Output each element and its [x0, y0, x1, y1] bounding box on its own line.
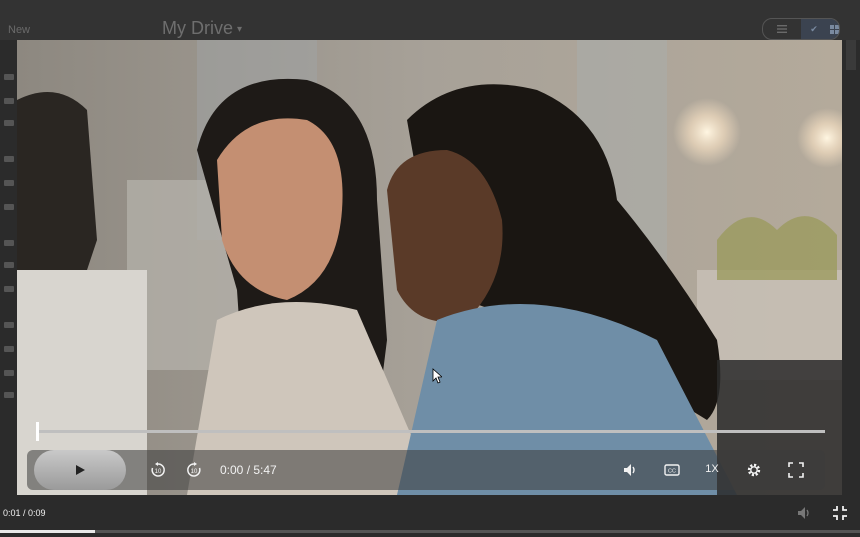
volume-icon	[624, 464, 635, 476]
sidebar-item	[4, 370, 14, 376]
sidebar-item	[4, 262, 14, 268]
video-still	[17, 40, 842, 495]
new-button[interactable]: New	[8, 24, 30, 36]
sidebar-item	[4, 322, 14, 328]
grid-view-icon[interactable]: ✔	[801, 19, 839, 39]
sidebar-item	[4, 120, 14, 126]
rewind-10-icon: 10	[151, 462, 165, 477]
svg-text:10: 10	[155, 469, 162, 475]
sidebar-item	[4, 286, 14, 292]
page-title-text: My Drive	[162, 18, 233, 38]
right-panel	[846, 40, 856, 70]
chevron-down-icon: ▾	[237, 23, 243, 35]
settings-button[interactable]	[744, 460, 764, 480]
video-frame[interactable]	[17, 40, 842, 495]
volume-icon[interactable]	[796, 505, 812, 521]
settings-icon	[747, 463, 761, 477]
play-button[interactable]	[34, 450, 126, 490]
mouse-cursor-icon	[432, 368, 442, 384]
rewind-10-button[interactable]: 10	[148, 460, 168, 480]
play-icon	[76, 465, 85, 475]
seek-handle[interactable]	[36, 422, 39, 441]
sidebar-item	[4, 204, 14, 210]
svg-text:10: 10	[191, 469, 198, 475]
fullscreen-icon	[788, 462, 804, 478]
forward-10-button[interactable]: 10	[184, 460, 204, 480]
sidebar-item	[4, 392, 14, 398]
captions-icon: CC	[664, 464, 680, 476]
outer-seek-progress	[0, 530, 95, 533]
seek-bar[interactable]	[37, 430, 825, 433]
sidebar-item	[4, 156, 14, 162]
volume-button[interactable]	[620, 460, 640, 480]
sidebar-item	[4, 74, 14, 80]
sidebar-item	[4, 346, 14, 352]
check-icon: ✔	[810, 23, 818, 34]
page-title[interactable]: My Drive ▾	[162, 18, 242, 39]
sidebar-item	[4, 180, 14, 186]
playback-speed-button[interactable]: 1X	[700, 463, 724, 475]
captions-button[interactable]: CC	[662, 460, 682, 480]
view-toggle[interactable]: ✔	[762, 18, 840, 40]
time-display: 0:00 / 5:47	[220, 463, 277, 477]
svg-text:CC: CC	[668, 469, 676, 475]
outer-time-display: 0:01 / 0:09	[3, 508, 46, 518]
sidebar-item	[4, 240, 14, 246]
fullscreen-button[interactable]	[786, 460, 806, 480]
list-view-icon[interactable]	[763, 19, 801, 39]
forward-10-icon: 10	[187, 462, 201, 477]
outer-seek-bar[interactable]	[0, 530, 860, 533]
drive-header	[0, 0, 860, 40]
sidebar-item	[4, 98, 14, 104]
exit-fullscreen-icon[interactable]	[832, 505, 848, 521]
